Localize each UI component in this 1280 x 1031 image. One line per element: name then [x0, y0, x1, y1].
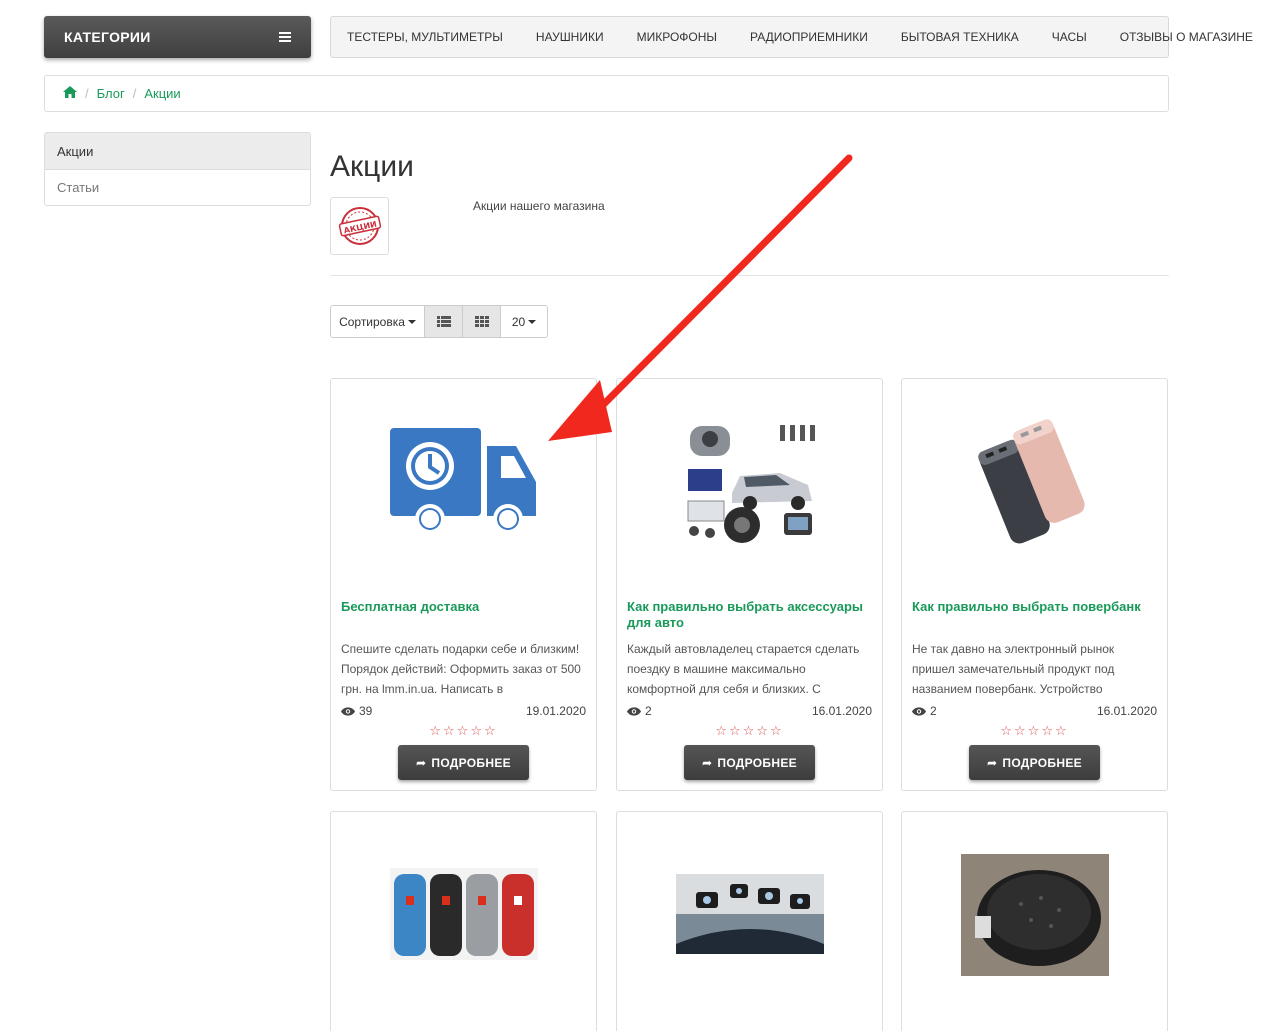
- article-excerpt: Не так давно на электронный рынок пришел…: [912, 642, 1115, 696]
- grid-view-icon: [474, 316, 489, 327]
- breadcrumb: / Блог / Акции: [44, 75, 1169, 112]
- dashcam-image[interactable]: [617, 874, 882, 954]
- share-arrow-icon: ➦: [702, 755, 713, 770]
- list-view-button[interactable]: [424, 306, 462, 337]
- category-image: АКЦИИ: [330, 197, 389, 255]
- nav-item-reviews[interactable]: ОТЗЫВЫ О МАГАЗИНЕ: [1120, 30, 1253, 44]
- views-count: 2: [912, 704, 937, 718]
- breadcrumb-separator: /: [85, 86, 89, 101]
- read-more-button[interactable]: ➦ ПОДРОБНЕЕ: [684, 745, 815, 780]
- read-more-button[interactable]: ➦ ПОДРОБНЕЕ: [969, 745, 1100, 780]
- breadcrumb-blog[interactable]: Блог: [97, 86, 125, 101]
- eye-icon: [627, 706, 641, 716]
- listing-toolbar: Сортировка 20: [330, 305, 548, 338]
- article-meta: 2 16.01.2020: [912, 704, 1157, 718]
- categories-label: КАТЕГОРИИ: [64, 29, 151, 45]
- grid-view-button[interactable]: [462, 306, 500, 337]
- list-view-icon: [436, 316, 451, 327]
- nav-item-radios[interactable]: РАДИОПРИЕМНИКИ: [750, 30, 868, 44]
- breadcrumb-promotions[interactable]: Акции: [144, 86, 180, 101]
- multicooker-image[interactable]: [902, 852, 1167, 977]
- article-card: Как правильно выбрать повербанк Не так д…: [901, 378, 1168, 791]
- categories-button[interactable]: КАТЕГОРИИ: [44, 16, 311, 58]
- read-more-label: ПОДРОБНЕЕ: [717, 755, 797, 770]
- limit-value: 20: [511, 314, 526, 329]
- views-count: 2: [627, 704, 652, 718]
- home-icon[interactable]: [63, 86, 77, 101]
- eye-icon: [912, 706, 926, 716]
- rating-stars: ☆☆☆☆☆: [1000, 723, 1069, 738]
- nav-item-headphones[interactable]: НАУШНИКИ: [536, 30, 604, 44]
- sidebar-item-articles[interactable]: Статьи: [45, 169, 310, 205]
- article-card: Как правильно выбрать аксессуары для авт…: [616, 378, 883, 791]
- hamburger-icon: [279, 32, 291, 42]
- article-meta: 2 16.01.2020: [627, 704, 872, 718]
- article-date: 16.01.2020: [811, 704, 872, 718]
- article-excerpt: Каждый автовладелец старается сделать по…: [627, 642, 860, 696]
- nav-item-microphones[interactable]: МИКРОФОНЫ: [637, 30, 717, 44]
- views-value: 39: [359, 704, 373, 718]
- share-arrow-icon: ➦: [987, 755, 998, 770]
- rating-stars: ☆☆☆☆☆: [429, 723, 498, 738]
- sidebar-item-promotions[interactable]: Акции: [45, 133, 310, 169]
- article-title[interactable]: Бесплатная доставка: [341, 599, 586, 615]
- top-navigation: ТЕСТЕРЫ, МУЛЬТИМЕТРЫ НАУШНИКИ МИКРОФОНЫ …: [330, 16, 1253, 58]
- read-more-button[interactable]: ➦ ПОДРОБНЕЕ: [398, 745, 529, 780]
- article-title[interactable]: Как правильно выбрать аксессуары для авт…: [627, 599, 872, 631]
- article-meta: 39 19.01.2020: [341, 704, 586, 718]
- nav-item-watches[interactable]: ЧАСЫ: [1052, 30, 1087, 44]
- rating-stars: ☆☆☆☆☆: [715, 723, 784, 738]
- views-value: 2: [930, 704, 937, 718]
- share-arrow-icon: ➦: [416, 755, 427, 770]
- breadcrumb-separator: /: [132, 86, 137, 101]
- article-title[interactable]: Как правильно выбрать повербанк: [912, 599, 1157, 615]
- article-card: [901, 811, 1168, 1031]
- powerbank-image[interactable]: [902, 409, 1167, 559]
- sort-label: Сортировка: [339, 314, 405, 329]
- article-excerpt: Спешите сделать подарки себе и близким! …: [341, 642, 581, 696]
- eye-icon: [341, 706, 355, 716]
- article-date: 16.01.2020: [1096, 704, 1157, 718]
- sidebar: Акции Статьи: [44, 132, 311, 206]
- caret-down-icon: [528, 319, 537, 324]
- page-title: Акции: [330, 150, 414, 183]
- car-accessories-image[interactable]: [617, 421, 882, 546]
- divider: [330, 275, 1169, 276]
- nav-item-testers[interactable]: ТЕСТЕРЫ, МУЛЬТИМЕТРЫ: [347, 30, 503, 44]
- article-card: Бесплатная доставка Спешите сделать пода…: [330, 378, 597, 791]
- category-description: Акции нашего магазина: [473, 199, 605, 213]
- delivery-truck-icon[interactable]: [331, 421, 596, 541]
- read-more-label: ПОДРОБНЕЕ: [1002, 755, 1082, 770]
- article-date: 19.01.2020: [525, 704, 586, 718]
- speakers-image[interactable]: [331, 868, 596, 960]
- limit-dropdown[interactable]: 20: [500, 306, 547, 337]
- read-more-label: ПОДРОБНЕЕ: [431, 755, 511, 770]
- promo-stamp-icon: АКЦИИ: [338, 207, 381, 245]
- caret-down-icon: [407, 319, 416, 324]
- views-value: 2: [645, 704, 652, 718]
- sort-dropdown[interactable]: Сортировка: [331, 306, 424, 337]
- views-count: 39: [341, 704, 372, 718]
- nav-item-appliances[interactable]: БЫТОВАЯ ТЕХНИКА: [901, 30, 1019, 44]
- article-card: [330, 811, 597, 1031]
- article-card: [616, 811, 883, 1031]
